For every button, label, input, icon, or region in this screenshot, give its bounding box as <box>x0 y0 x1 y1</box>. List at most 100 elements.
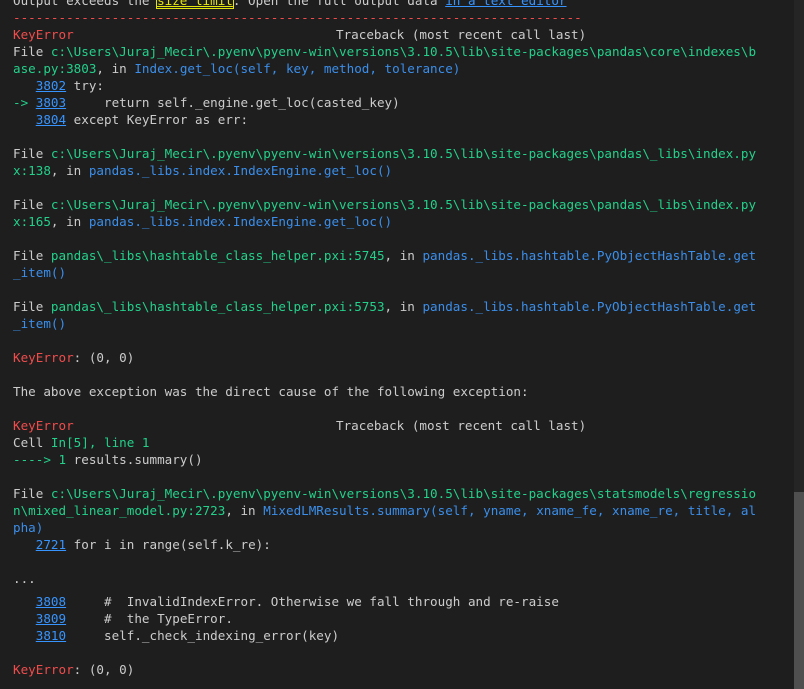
line-number-link[interactable]: 3808 <box>36 594 66 609</box>
line-number-link[interactable]: 3804 <box>36 112 66 127</box>
traceback-header: KeyError Traceback (most recent call last… <box>13 26 773 43</box>
frame-line: File c:\Users\Juraj_Mecir\.pyenv\pyenv-w… <box>13 43 773 60</box>
function-name: MixedLMResults.summary(self, yname, xnam… <box>263 503 757 518</box>
line-number-link[interactable]: 3802 <box>36 78 66 93</box>
frame-line: n\mixed_linear_model.py:2723, in MixedLM… <box>13 502 773 519</box>
frame-line: File pandas\_libs\hashtable_class_helper… <box>13 247 773 264</box>
code-prefix <box>13 78 36 93</box>
separator: ----------------------------------------… <box>13 10 582 25</box>
in-keyword: , in <box>96 61 135 76</box>
in-keyword: , in <box>384 248 423 263</box>
cause-text: The above exception was the direct cause… <box>13 384 529 399</box>
file-keyword: File <box>13 299 51 314</box>
arrow-marker: -> <box>13 95 36 110</box>
function-name: pandas._libs.index.IndexEngine.get_loc() <box>88 214 393 229</box>
output-area: Output exceeds the size limit. Open the … <box>13 0 773 678</box>
code-text: # the TypeError. <box>66 611 233 626</box>
code-line: -> 3803 return self._engine.get_loc(cast… <box>13 94 773 111</box>
frame-line: pha) <box>13 519 773 536</box>
file-path[interactable]: ase.py:3803 <box>13 61 96 76</box>
file-keyword: File <box>13 248 51 263</box>
in-keyword: , in <box>384 299 423 314</box>
header-prefix: Output exceeds the <box>13 0 158 8</box>
error-name: KeyError <box>13 27 74 42</box>
traceback-label: Traceback (most recent call last) <box>336 27 587 42</box>
code-text: for i in range(self.k_re): <box>66 537 271 552</box>
error-name: KeyError <box>13 350 74 365</box>
code-prefix <box>13 112 36 127</box>
function-name: pandas._libs.index.IndexEngine.get_loc() <box>88 163 393 178</box>
error-message: : (0, 0) <box>73 662 135 677</box>
function-name: pandas._libs.hashtable.PyObjectHashTable… <box>422 299 757 314</box>
traceback-label: Traceback (most recent call last) <box>336 418 587 433</box>
text-editor-link[interactable]: in a text editor <box>445 0 566 8</box>
code-line: 3808 # InvalidIndexError. Otherwise we f… <box>13 593 773 610</box>
size-limit-link[interactable]: size limit <box>156 0 234 9</box>
error-name: KeyError <box>13 662 74 677</box>
cell-line: Cell In[5], line 1 <box>13 434 773 451</box>
file-path[interactable]: pandas\_libs\hashtable_class_helper.pxi:… <box>51 299 385 314</box>
file-path[interactable]: x:165 <box>13 214 51 229</box>
in-keyword: , in <box>50 163 89 178</box>
code-text: except KeyError as err: <box>66 112 249 127</box>
frame-line: _item() <box>13 264 773 281</box>
file-keyword: File <box>13 197 51 212</box>
code-line: 3810 self._check_indexing_error(key) <box>13 627 773 644</box>
function-name: Index.get_loc(self, key, method, toleran… <box>134 61 461 76</box>
line-number-link[interactable]: 3803 <box>36 95 66 110</box>
code-text: self._check_indexing_error(key) <box>66 628 340 643</box>
code-text: return self._engine.get_loc(casted_key) <box>66 95 400 110</box>
frame-line: File c:\Users\Juraj_Mecir\.pyenv\pyenv-w… <box>13 145 773 162</box>
code-line: 2721 for i in range(self.k_re): <box>13 536 773 553</box>
file-path[interactable]: c:\Users\Juraj_Mecir\.pyenv\pyenv-win\ve… <box>51 44 756 59</box>
code-text: try: <box>66 78 105 93</box>
traceback-header: KeyError Traceback (most recent call last… <box>13 417 773 434</box>
cell-keyword: Cell <box>13 435 51 450</box>
arrow-marker: ----> 1 <box>13 452 67 467</box>
function-name: _item() <box>13 265 67 280</box>
cell-reference[interactable]: In[5], line 1 <box>51 435 150 450</box>
in-keyword: , in <box>225 503 264 518</box>
frame-line: File c:\Users\Juraj_Mecir\.pyenv\pyenv-w… <box>13 485 773 502</box>
error-message: : (0, 0) <box>73 350 135 365</box>
code-line: ----> 1 results.summary() <box>13 451 773 468</box>
scrollbar-thumb[interactable] <box>794 492 804 689</box>
line-number-link[interactable]: 2721 <box>36 537 66 552</box>
frame-line: x:138, in pandas._libs.index.IndexEngine… <box>13 162 773 179</box>
function-name: pandas._libs.hashtable.PyObjectHashTable… <box>422 248 757 263</box>
code-text: results.summary() <box>66 452 203 467</box>
file-path[interactable]: pandas\_libs\hashtable_class_helper.pxi:… <box>51 248 385 263</box>
file-keyword: File <box>13 44 51 59</box>
line-number-link[interactable]: 3809 <box>36 611 66 626</box>
error-name: KeyError <box>13 418 74 433</box>
file-path[interactable]: c:\Users\Juraj_Mecir\.pyenv\pyenv-win\ve… <box>51 197 756 212</box>
frame-line: _item() <box>13 315 773 332</box>
line-number-link[interactable]: 3810 <box>36 628 66 643</box>
header-middle: . Open the full output data <box>232 0 446 8</box>
code-line: 3804 except KeyError as err: <box>13 111 773 128</box>
code-line: 3809 # the TypeError. <box>13 610 773 627</box>
code-line: 3802 try: <box>13 77 773 94</box>
final-error: KeyError: (0, 0) <box>13 349 773 366</box>
file-path[interactable]: c:\Users\Juraj_Mecir\.pyenv\pyenv-win\ve… <box>51 146 756 161</box>
file-keyword: File <box>13 486 51 501</box>
ellipsis: ... <box>13 571 36 586</box>
file-keyword: File <box>13 146 51 161</box>
file-path[interactable]: x:138 <box>13 163 51 178</box>
file-path[interactable]: n\mixed_linear_model.py:2723 <box>13 503 225 518</box>
output-header: Output exceeds the size limit. Open the … <box>13 0 773 9</box>
frame-line: File pandas\_libs\hashtable_class_helper… <box>13 298 773 315</box>
frame-line: ase.py:3803, in Index.get_loc(self, key,… <box>13 60 773 77</box>
in-keyword: , in <box>50 214 89 229</box>
file-path[interactable]: c:\Users\Juraj_Mecir\.pyenv\pyenv-win\ve… <box>51 486 756 501</box>
